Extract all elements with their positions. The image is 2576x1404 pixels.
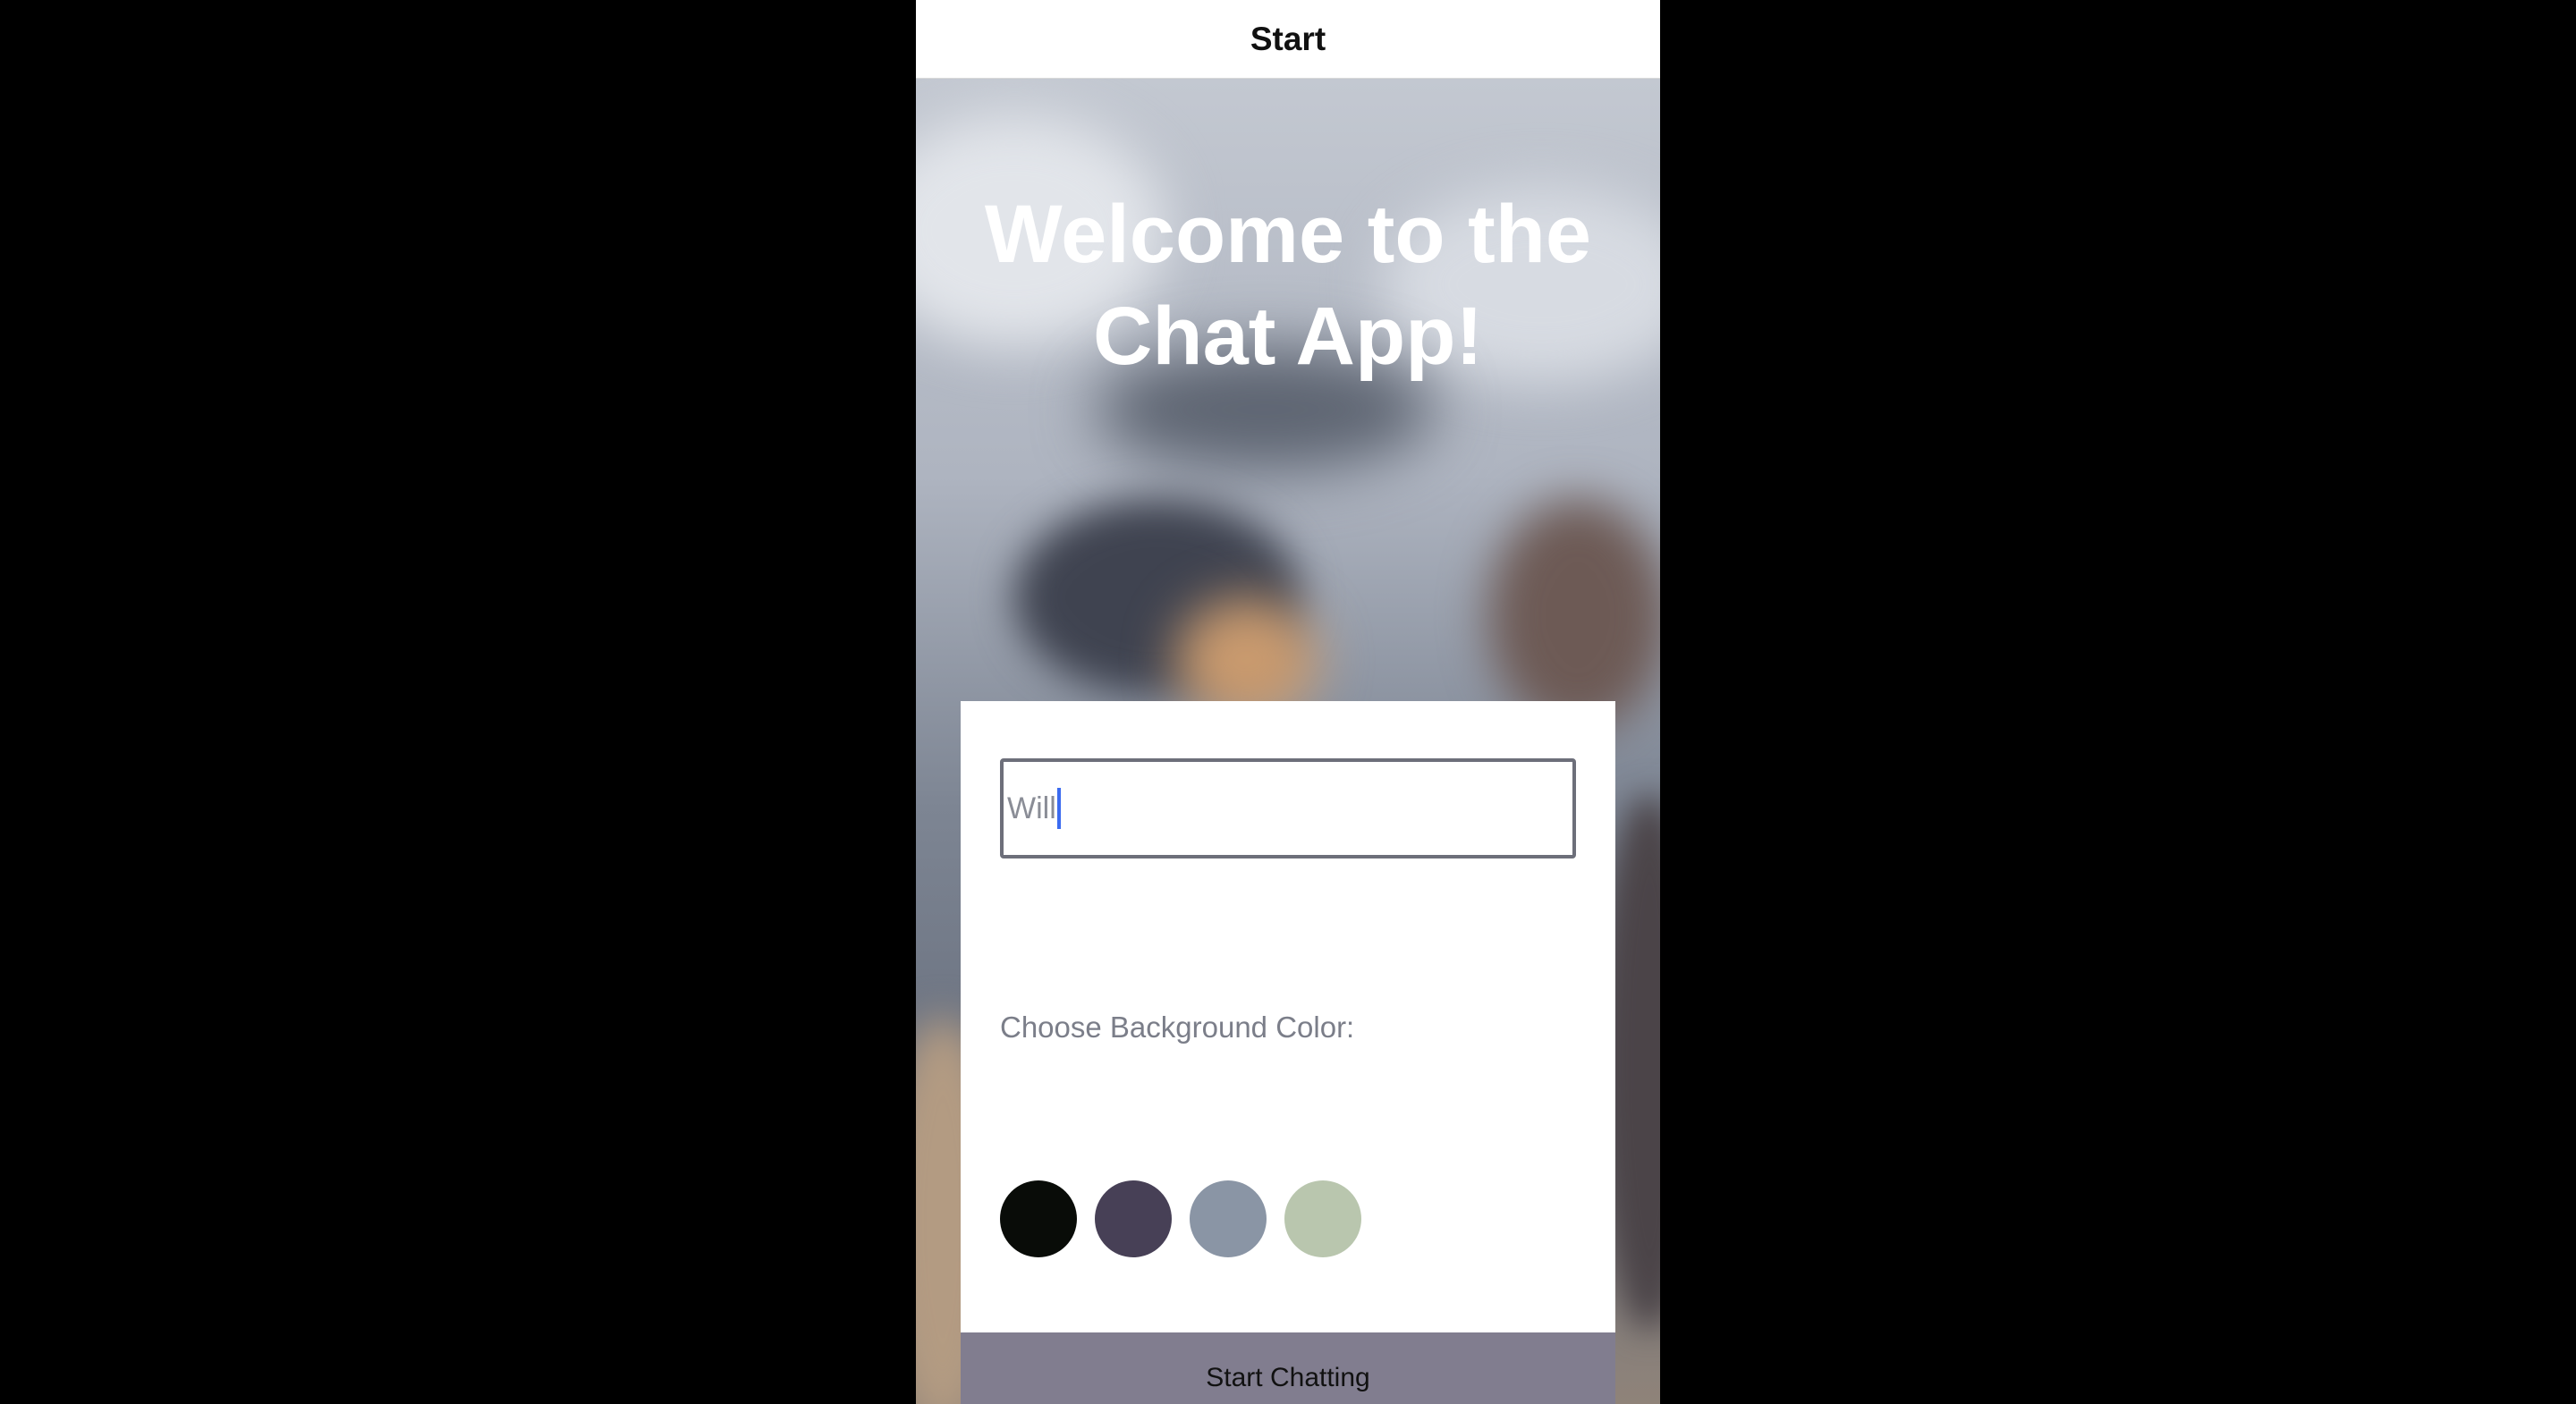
navigation-bar: Start	[916, 0, 1660, 79]
background-color-label: Choose Background Color:	[1000, 1011, 1355, 1044]
nav-title: Start	[1250, 20, 1326, 57]
welcome-title: Welcome to the Chat App!	[984, 189, 1592, 382]
name-input[interactable]: Will	[1000, 758, 1576, 858]
start-chatting-button[interactable]: Start Chatting	[961, 1332, 1615, 1404]
photo-person-right	[1488, 499, 1660, 732]
color-option-sage[interactable]	[1284, 1180, 1361, 1257]
start-chatting-label: Start Chatting	[1206, 1363, 1370, 1392]
app-screen: Start Welcome to the Chat App! Will Choo…	[916, 0, 1660, 1404]
start-form-card: Will Choose Background Color:	[961, 701, 1615, 1404]
name-input-value: Will	[1007, 791, 1056, 825]
color-option-purple[interactable]	[1095, 1180, 1172, 1257]
color-option-black[interactable]	[1000, 1180, 1077, 1257]
text-cursor	[1056, 788, 1061, 829]
color-option-gray-blue[interactable]	[1190, 1180, 1267, 1257]
